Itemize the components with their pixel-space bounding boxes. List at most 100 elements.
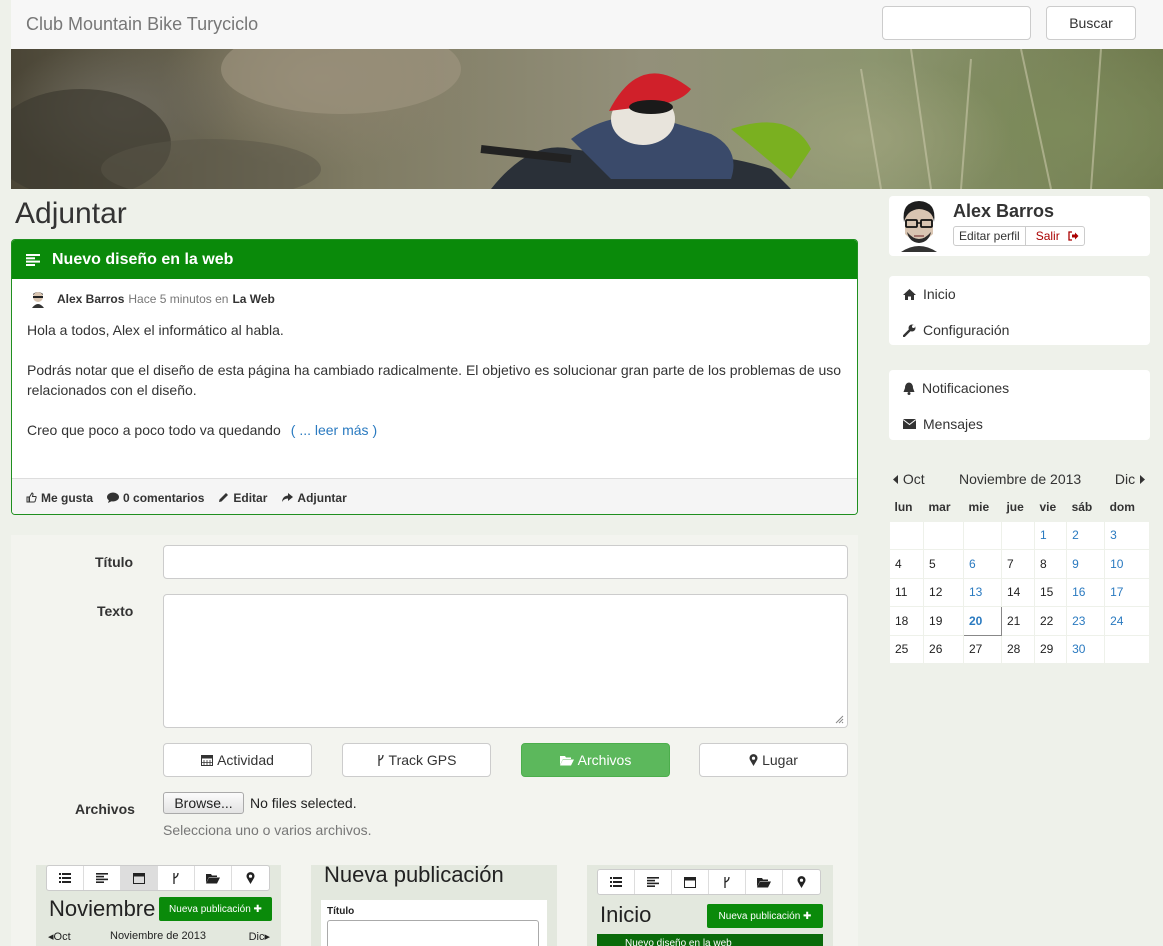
post-paragraph: Podrás notar que el diseño de esta págin… [27,362,842,398]
home-icon [903,288,916,300]
thumbnail-home[interactable]: Inicio Nueva publicación ✚ Nuevo diseño … [587,865,833,946]
calendar-empty-cell [1000,520,1036,550]
calendar: Oct Noviembre de 2013 Dic lun mar mie jue vi… [888,465,1150,664]
type-files-button[interactable]: Archivos [521,743,670,777]
avatar[interactable] [899,200,939,252]
calendar-day[interactable]: 23 [1066,606,1106,636]
profile-card: Alex Barros Editar perfil Salir [889,196,1150,256]
calendar-day: 11 [888,577,925,607]
fork-icon [158,866,195,890]
brand-title[interactable]: Club Mountain Bike Turyciclo [26,14,258,35]
profile-name[interactable]: Alex Barros [953,201,1054,222]
calendar-day[interactable]: 30 [1066,634,1106,664]
calendar-day: 26 [923,634,964,664]
comments-button[interactable]: 0 comentarios [107,491,204,505]
calendar-day: 27 [962,634,1002,664]
calendar-grid: lun mar mie jue vie sáb dom 1 2 3 4 5 6 7 8 9 10 11 12 13 1… [888,493,1150,664]
calendar-day[interactable]: 6 [962,549,1002,579]
browse-button[interactable]: Browse... [163,792,244,814]
sidebar-nav-social: Notificaciones Mensajes [889,370,1150,440]
thumbnail-new-post[interactable]: Nueva publicación Título [311,865,557,946]
calendar-icon [672,870,709,894]
type-files-label: Archivos [577,752,632,768]
calendar-day[interactable]: 13 [962,577,1002,607]
calendar-day[interactable]: 17 [1104,577,1150,607]
type-activity-label: Actividad [217,752,274,768]
calendar-next-button[interactable]: Dic [1115,471,1145,487]
calendar-day[interactable]: 24 [1104,606,1150,636]
calendar-next-label: Dic [1114,471,1136,487]
calendar-day[interactable]: 10 [1104,549,1150,579]
text-area[interactable] [163,594,848,728]
calendar-day[interactable]: 1 [1033,520,1068,550]
type-activity-button[interactable]: Actividad [163,743,312,777]
sidebar-item-mensajes[interactable]: Mensajes [889,406,1150,442]
sidebar-item-configuracion[interactable]: Configuración [889,312,1150,348]
edit-profile-button[interactable]: Editar perfil [954,227,1026,245]
comments-label: 0 comentarios [123,490,205,505]
calendar-weekday: jue [1001,493,1035,521]
search-button[interactable]: Buscar [1046,6,1136,40]
calendar-week: 123 [888,520,1150,550]
list-icon [47,866,84,890]
calendar-day: 14 [1000,577,1036,607]
fork-icon [377,754,384,766]
post-paragraph: Hola a todos, Alex el informático al hab… [27,322,284,338]
post-meta: Alex Barros Hace 5 minutos en La Web [29,290,275,308]
mini-tabs [46,865,270,891]
resize-grip-icon[interactable] [834,714,844,724]
post-body: Hola a todos, Alex el informático al hab… [27,320,842,460]
caret-right-icon [1140,475,1145,484]
type-track-gps-button[interactable]: Track GPS [342,743,491,777]
calendar-day: 25 [888,634,925,664]
list-icon [598,870,635,894]
logout-button[interactable]: Salir [1026,227,1084,245]
sidebar-item-label: Notificaciones [922,380,1010,396]
title-input[interactable] [163,545,848,579]
sidebar-item-inicio[interactable]: Inicio [889,276,1150,312]
thumb-post-bar: Nuevo diseño en la web [597,934,823,946]
map-marker-icon [749,754,758,766]
no-file-text: No files selected. [250,795,357,811]
calendar-day: 12 [923,577,964,607]
calendar-day[interactable]: 16 [1066,577,1106,607]
calendar-day[interactable]: 2 [1066,520,1106,550]
pencil-icon [219,493,229,502]
type-place-button[interactable]: Lugar [699,743,848,777]
thumb-heading: Inicio [600,902,652,927]
profile-buttons: Editar perfil Salir [953,226,1085,246]
calendar-day[interactable]: 9 [1066,549,1106,579]
folder-open-icon [746,870,783,894]
calendar-day: 22 [1033,606,1068,636]
edit-button[interactable]: Editar [218,491,267,505]
map-marker-icon [232,866,269,890]
thumb-form: Título [321,900,547,946]
banner-image [11,49,1163,189]
attach-button[interactable]: Adjuntar [281,491,347,505]
calendar-day: 21 [1000,606,1036,636]
like-button[interactable]: Me gusta [26,491,93,505]
calendar-day[interactable]: 20 [962,606,1002,636]
post-title[interactable]: Nuevo diseño en la web [52,251,233,269]
calendar-weekday: mie [963,493,1002,521]
files-label: Archivos [75,801,135,817]
calendar-day: 15 [1033,577,1068,607]
calendar-day: 4 [888,549,925,579]
search-input[interactable] [882,6,1031,40]
comment-icon [107,492,120,503]
post-category[interactable]: La Web [232,292,274,306]
logout-label: Salir [1035,229,1060,243]
align-left-icon [26,253,40,266]
post-header: Nuevo diseño en la web [12,240,857,279]
calendar-day[interactable]: 3 [1104,520,1150,550]
calendar-icon [201,755,214,766]
calendar-prev-button[interactable]: Oct [893,471,925,487]
read-more-link[interactable]: ( ... leer más ) [291,422,377,438]
thumbnail-calendar[interactable]: Noviembre Nueva publicación ✚ ◂Oct Novie… [36,865,281,946]
calendar-weekday: lun [889,493,924,521]
post-author[interactable]: Alex Barros [57,292,124,306]
thumb-cal-next: Dic▸ [248,931,270,943]
sidebar-item-notificaciones[interactable]: Notificaciones [889,370,1150,406]
folder-open-icon [195,866,232,890]
type-track-gps-label: Track GPS [388,752,457,768]
